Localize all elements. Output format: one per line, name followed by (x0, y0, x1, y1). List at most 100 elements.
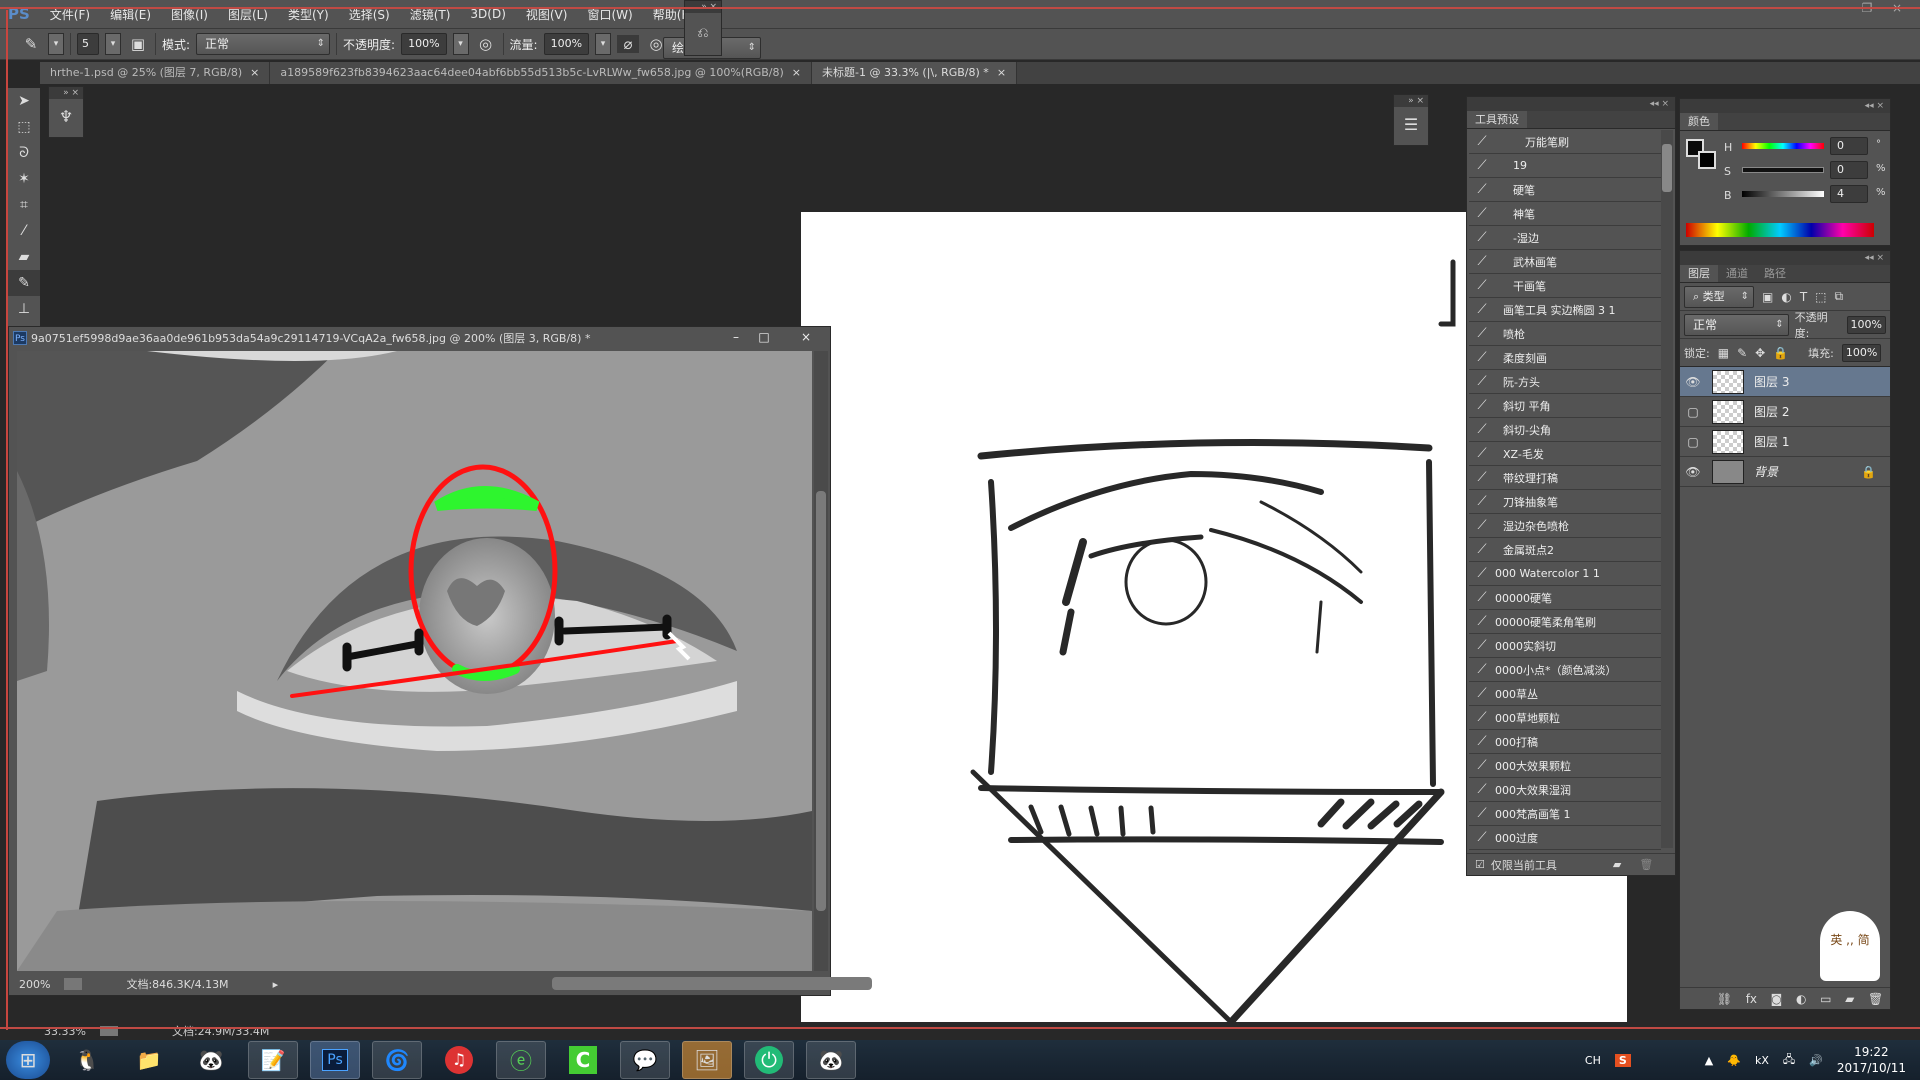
taskbar-explorer-icon[interactable]: 📁 (124, 1041, 174, 1079)
filter-shape-icon[interactable]: ⬚ (1815, 290, 1826, 304)
tab-doc-2[interactable]: a189589f623fb8394623aac64dee04abf6bb55d5… (270, 62, 812, 84)
marquee-tool-icon[interactable]: ⬚ (8, 114, 40, 140)
preset-item[interactable]: ⟋ 画笔工具 实边椭圆 3 1 (1469, 298, 1661, 322)
move-tool-icon[interactable]: ➤ (8, 88, 40, 114)
tab-channels[interactable]: 通道 (1718, 265, 1756, 282)
tab-layers[interactable]: 图层 (1680, 265, 1718, 282)
lock-all-icon[interactable]: 🔒 (1773, 346, 1788, 360)
volume-icon[interactable]: 🔊 (1809, 1054, 1823, 1067)
preset-item[interactable]: ⟋ 武林画笔 (1469, 250, 1661, 274)
mode-select[interactable]: 正常 (196, 33, 331, 55)
close-tab-icon[interactable]: × (792, 66, 801, 79)
preset-item[interactable]: ⟋ 00000硬笔柔角笔刷 (1469, 610, 1661, 634)
brush-picker-dropdown[interactable]: ▾ (105, 33, 121, 55)
tray-qq-icon[interactable]: 🐥 (1727, 1054, 1741, 1067)
visibility-off-box[interactable]: ▢ (1680, 405, 1706, 419)
layer-name[interactable]: 图层 3 (1754, 373, 1789, 390)
input-language[interactable]: CH (1585, 1054, 1601, 1067)
preset-item[interactable]: ⟋ 19 (1469, 154, 1661, 178)
layer-row[interactable]: 👁 背景 🔒 (1680, 457, 1890, 487)
tab-paths[interactable]: 路径 (1756, 265, 1794, 282)
menu-3d[interactable]: 3D(D) (460, 7, 515, 21)
brush-tool-icon[interactable]: ✎ (8, 270, 40, 296)
filter-pixel-icon[interactable]: ▣ (1762, 290, 1773, 304)
float-minimize-button[interactable]: – (722, 327, 750, 347)
stamp-tool-icon[interactable]: ⊥ (8, 296, 40, 322)
taskbar-browser-icon[interactable]: 🌀 (372, 1041, 422, 1079)
close-tab-icon[interactable]: × (250, 66, 259, 79)
preset-item[interactable]: ⟋ 万能笔刷 (1469, 130, 1661, 154)
new-preset-icon[interactable]: ▰ (1613, 858, 1621, 871)
h-slider[interactable] (1742, 143, 1824, 149)
system-clock[interactable]: 19:22 2017/10/11 (1837, 1044, 1906, 1076)
visibility-off-box[interactable]: ▢ (1680, 435, 1706, 449)
network-icon[interactable]: 🖧 (1783, 1051, 1795, 1070)
new-group-icon[interactable]: ▭ (1820, 992, 1831, 1006)
s-slider[interactable] (1742, 167, 1824, 173)
magic-wand-tool-icon[interactable]: ✶ (8, 166, 40, 192)
status-menu-arrow-icon[interactable]: ▸ (273, 978, 279, 991)
lasso-tool-icon[interactable]: ᘐ (8, 140, 40, 166)
opacity-dropdown[interactable]: ▾ (452, 33, 469, 55)
opacity-field[interactable]: 100% (401, 33, 447, 55)
tab-doc-1[interactable]: hrthe-1.psd @ 25% (图层 7, RGB/8) × (40, 62, 271, 84)
preset-item[interactable]: ⟋ 斜切-尖角 (1469, 418, 1661, 442)
preset-item[interactable]: ⟋ XZ-毛发 (1469, 442, 1661, 466)
eyedropper-tool-icon[interactable]: ⁄ (8, 218, 40, 244)
visibility-eye-icon[interactable]: 👁 (1680, 375, 1706, 389)
s-value[interactable]: 0 (1830, 161, 1868, 179)
brush-tool-icon[interactable]: ✎ (20, 35, 42, 53)
tool-preset-dropdown[interactable]: ▾ (48, 33, 64, 55)
visibility-eye-icon[interactable]: 👁 (1680, 465, 1706, 479)
tray-expand-icon[interactable]: ▲ (1705, 1054, 1713, 1067)
taskbar-ie-icon[interactable]: ⓔ (496, 1041, 546, 1079)
preset-item[interactable]: ⟋ 硬笔 (1469, 178, 1661, 202)
preset-item[interactable]: ⟋ 000大效果湿润 (1469, 778, 1661, 802)
flow-dropdown[interactable]: ▾ (595, 33, 612, 55)
layer-row[interactable]: ▢ 图层 2 (1680, 397, 1890, 427)
zoom-level[interactable]: 200% (19, 978, 50, 991)
tray-kx-icon[interactable]: kX (1755, 1054, 1769, 1067)
preset-item[interactable]: ⟋ 阮-方头 (1469, 370, 1661, 394)
scroll-thumb[interactable] (552, 977, 873, 990)
color-spectrum-ramp[interactable] (1686, 223, 1874, 237)
filter-adjust-icon[interactable]: ◐ (1781, 290, 1791, 304)
taskbar-image-viewer-icon[interactable]: 🖼 (682, 1041, 732, 1079)
fill-field[interactable]: 100% (1841, 343, 1882, 362)
taskbar-wechat-icon[interactable]: 💬 (620, 1041, 670, 1079)
taskbar-panda2-icon[interactable]: 🐼 (806, 1041, 856, 1079)
b-slider[interactable] (1742, 191, 1824, 197)
preset-item[interactable]: ⟋ 000草丛 (1469, 682, 1661, 706)
h-value[interactable]: 0 (1830, 137, 1868, 155)
taskbar-netease-music-icon[interactable]: ♫ (434, 1041, 484, 1079)
preset-item[interactable]: ⟋ 金属斑点2 (1469, 538, 1661, 562)
fx-icon[interactable]: fx (1746, 992, 1757, 1006)
preset-item[interactable]: ⟋ 000 Watercolor 1 1 (1469, 562, 1661, 586)
layer-row[interactable]: 👁 图层 3 (1680, 367, 1890, 397)
lock-transparent-icon[interactable]: ▦ (1718, 346, 1729, 360)
layer-opacity-field[interactable]: 100% (1846, 315, 1886, 334)
filter-type-select[interactable]: ⌕ 类型 (1684, 285, 1754, 308)
brush-settings-icon[interactable]: ☰ (1394, 115, 1428, 134)
close-tab-icon[interactable]: × (997, 66, 1006, 79)
close-button[interactable]: × (1882, 0, 1912, 18)
background-swatch[interactable] (1698, 151, 1716, 169)
preset-item[interactable]: ⟋ 000梵高画笔 1 (1469, 802, 1661, 826)
healing-tool-icon[interactable]: ▰ (8, 244, 40, 270)
current-only-checkbox[interactable]: ☑ (1475, 858, 1485, 871)
add-mask-icon[interactable]: ◙ (1771, 992, 1783, 1006)
preset-item[interactable]: ⟋ 柔度刻画 (1469, 346, 1661, 370)
tab-tool-presets[interactable]: 工具预设 (1467, 111, 1527, 128)
adjustment-layer-icon[interactable]: ◐ (1796, 992, 1806, 1006)
lock-paint-icon[interactable]: ✎ (1737, 346, 1747, 360)
preset-item[interactable]: ⟋ 斜切 平角 (1469, 394, 1661, 418)
preset-item[interactable]: ⟋ 000草地颗粒 (1469, 706, 1661, 730)
horizontal-scrollbar[interactable] (292, 973, 873, 995)
taskbar-notepad-icon[interactable]: 📝 (248, 1041, 298, 1079)
link-layers-icon[interactable]: ⛓ (1717, 992, 1732, 1006)
preset-item[interactable]: ⟋ -湿边 (1469, 226, 1661, 250)
crop-tool-icon[interactable]: ⌗ (8, 192, 40, 218)
preset-scrollbar[interactable] (1661, 130, 1673, 848)
preset-item[interactable]: ⟋ 干画笔 (1469, 274, 1661, 298)
airbrush-icon[interactable]: ⌀ (617, 35, 640, 53)
